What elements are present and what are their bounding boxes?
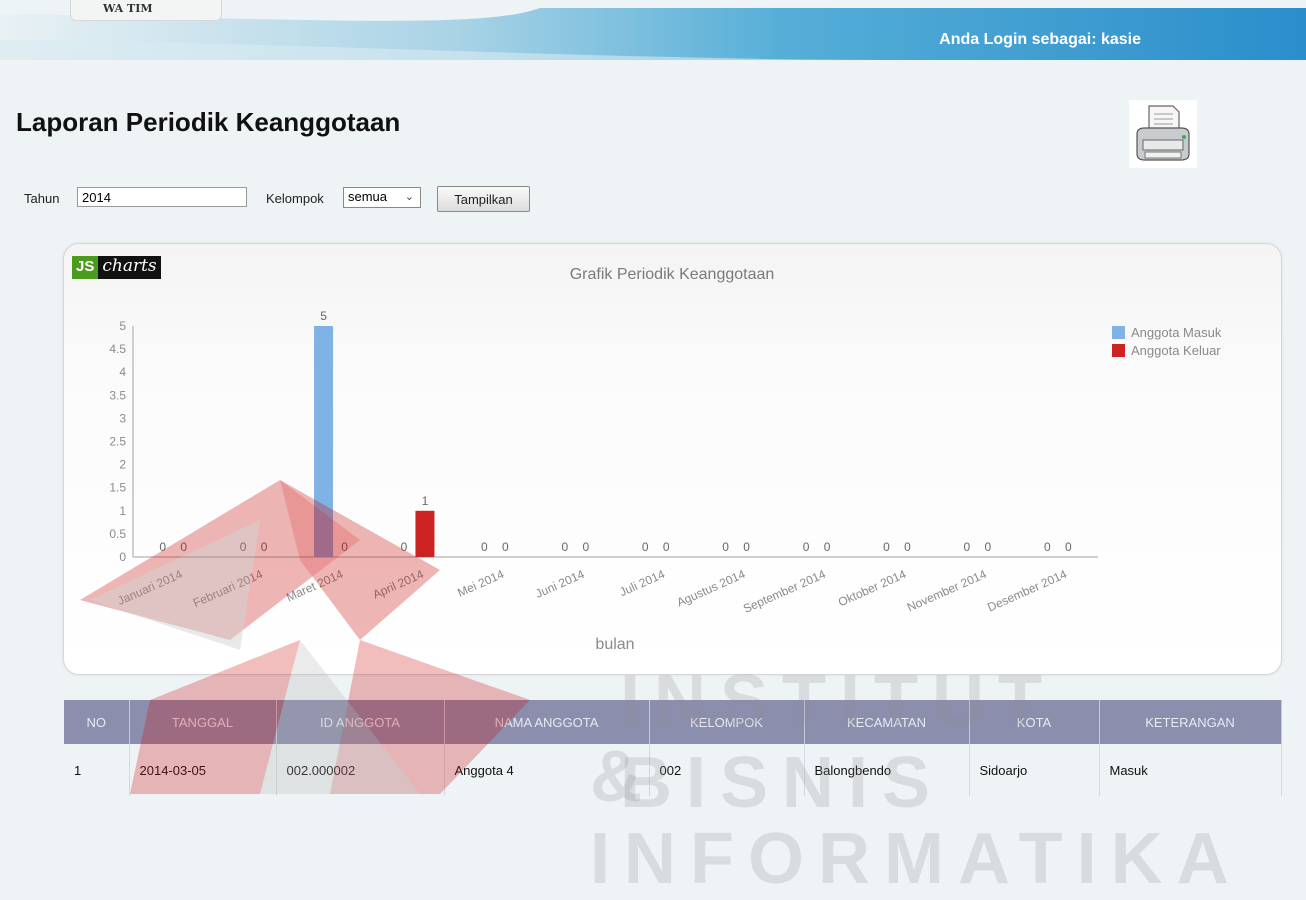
data-label: 0 — [904, 540, 911, 554]
data-label: 0 — [883, 540, 890, 554]
y-tick-label: 2 — [119, 458, 126, 472]
data-label: 0 — [341, 540, 348, 554]
x-tick-label: Maret 2014 — [284, 567, 345, 605]
legend-label: Anggota Keluar — [1131, 343, 1221, 358]
bar-anggota-masuk — [314, 326, 334, 557]
x-tick-label: Juli 2014 — [617, 567, 667, 599]
bar-chart: Grafik Periodik Keanggotaan 0 0.5 1 1.5 2 2.5 3… — [109, 266, 1222, 653]
column-header: NO — [64, 700, 130, 744]
table-cell: Sidoarjo — [969, 744, 1100, 796]
chart-title: Grafik Periodik Keanggotaan — [570, 266, 775, 283]
column-header: TANGGAL — [129, 700, 277, 744]
y-tick-label: 5 — [119, 319, 126, 333]
y-tick-label: 4.5 — [109, 342, 126, 356]
data-label: 0 — [663, 540, 670, 554]
column-header: KELOMPOK — [649, 700, 805, 744]
x-tick-label: Agustus 2014 — [675, 567, 748, 610]
data-label: 0 — [1044, 540, 1051, 554]
x-tick-label: Oktober 2014 — [836, 567, 908, 609]
data-label: 0 — [261, 540, 268, 554]
x-tick-label: September 2014 — [741, 567, 828, 616]
column-header: KOTA — [969, 700, 1100, 744]
data-label: 0 — [964, 540, 971, 554]
column-header: ID ANGGOTA — [276, 700, 445, 744]
x-tick-label: Januari 2014 — [115, 567, 184, 608]
x-tick-label: Juni 2014 — [533, 567, 587, 601]
table-cell: Anggota 4 — [444, 744, 650, 796]
report-table: NO TANGGAL ID ANGGOTA NAMA ANGGOTA KELOMPOK K… — [64, 700, 1282, 796]
legend-label: Anggota Masuk — [1131, 325, 1222, 340]
data-label: 0 — [502, 540, 509, 554]
column-header: KECAMATAN — [804, 700, 970, 744]
data-label: 5 — [320, 309, 327, 323]
data-label: 1 — [422, 494, 429, 508]
data-label: 0 — [803, 540, 810, 554]
data-label: 0 — [824, 540, 831, 554]
y-tick-label: 1 — [119, 504, 126, 518]
y-tick-label: 3.5 — [109, 388, 126, 402]
table-row: 1 2014-03-05 002.000002 Anggota 4 002 Balongb… — [64, 744, 1282, 796]
y-tick-label: 4 — [119, 365, 126, 379]
data-label: 0 — [743, 540, 750, 554]
table-cell: 1 — [64, 744, 130, 796]
x-tick-label: November 2014 — [905, 567, 989, 615]
y-tick-label: 0 — [119, 550, 126, 564]
x-tick-label: Februari 2014 — [191, 567, 265, 610]
x-tick-label: April 2014 — [371, 567, 426, 602]
data-label: 0 — [180, 540, 187, 554]
y-tick-label: 3 — [119, 411, 126, 425]
table-cell: 002 — [649, 744, 805, 796]
x-tick-label: Desember 2014 — [985, 567, 1069, 615]
y-tick-label: 0.5 — [109, 527, 126, 541]
column-header: KETERANGAN — [1099, 700, 1282, 744]
data-label: 0 — [722, 540, 729, 554]
table-cell: Balongbendo — [804, 744, 970, 796]
y-tick-label: 1.5 — [109, 481, 126, 495]
data-label: 0 — [582, 540, 589, 554]
data-label: 0 — [481, 540, 488, 554]
table-cell: 2014-03-05 — [129, 744, 277, 796]
legend-swatch — [1112, 326, 1125, 339]
data-label: 0 — [159, 540, 166, 554]
table-cell: Masuk — [1099, 744, 1282, 796]
y-tick-label: 2.5 — [109, 435, 126, 449]
data-label: 0 — [240, 540, 247, 554]
data-label: 0 — [642, 540, 649, 554]
column-header: NAMA ANGGOTA — [444, 700, 650, 744]
data-label: 0 — [985, 540, 992, 554]
data-label: 0 — [561, 540, 568, 554]
legend-swatch — [1112, 344, 1125, 357]
x-tick-label: Mei 2014 — [455, 567, 506, 600]
table-cell: 002.000002 — [276, 744, 445, 796]
data-label: 0 — [401, 540, 408, 554]
bar-anggota-keluar — [415, 510, 435, 557]
table-header-row: NO TANGGAL ID ANGGOTA NAMA ANGGOTA KELOMPOK K… — [64, 700, 1282, 744]
data-label: 0 — [1065, 540, 1072, 554]
x-axis-label: bulan — [595, 636, 634, 653]
